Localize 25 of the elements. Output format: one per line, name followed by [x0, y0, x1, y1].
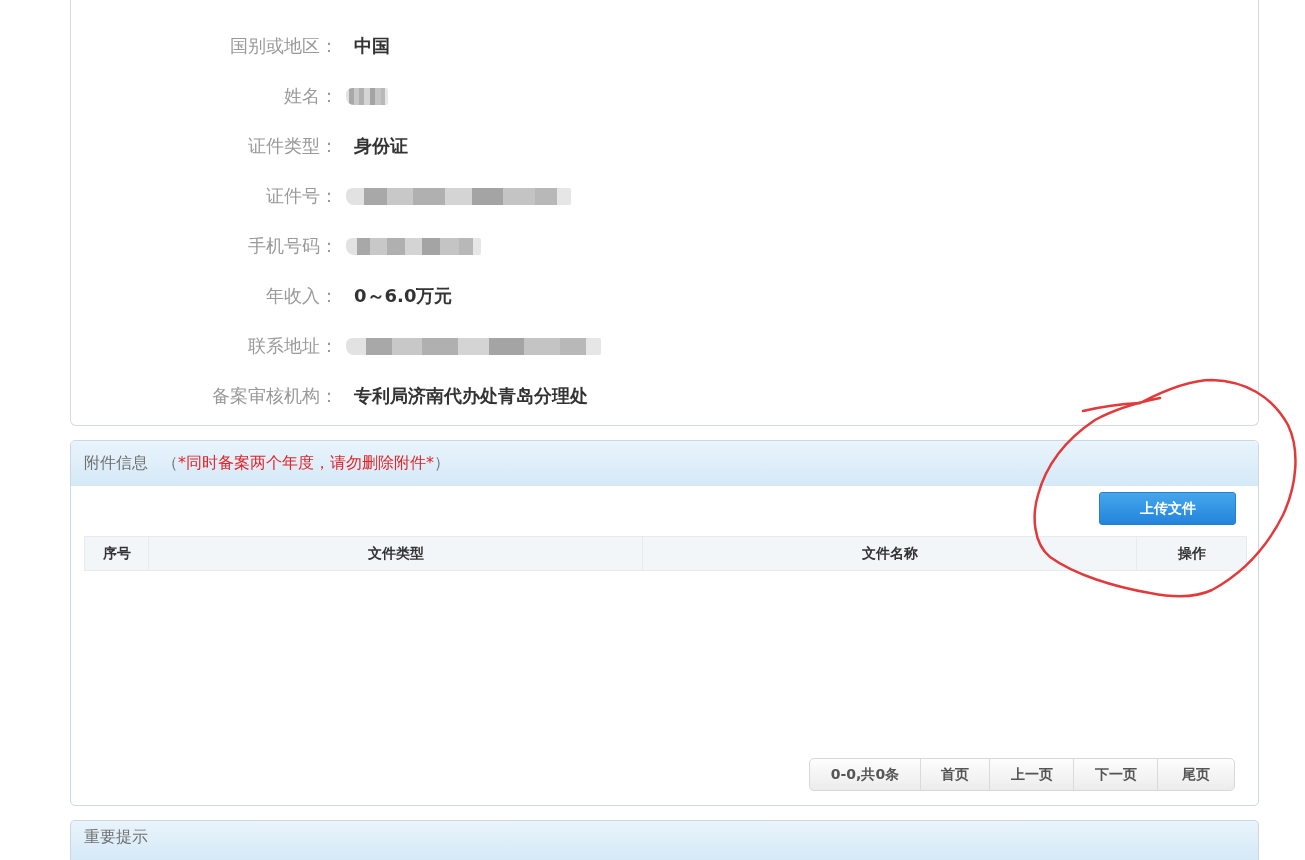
field-label: 国别或地区： [229, 34, 338, 58]
field-label: 证件类型： [247, 134, 338, 158]
column-header: 文件类型 [148, 536, 643, 571]
last-page-button[interactable]: 尾页 [1157, 759, 1234, 790]
first-page-button[interactable]: 首页 [920, 759, 989, 790]
field-label: 年收入： [265, 284, 338, 308]
field-value: 0～6.0万元 [354, 284, 453, 308]
next-page-button[interactable]: 下一页 [1073, 759, 1157, 790]
panel-title: 重要提示 [84, 827, 148, 846]
field-label: 备案审核机构： [211, 384, 338, 408]
previous-page-button[interactable]: 上一页 [989, 759, 1073, 790]
field-label: 联系地址： [247, 334, 338, 358]
record-count: 0-0,共0条 [829, 764, 901, 784]
warning-note: （*同时备案两个年度，请勿删除附件*） [162, 452, 450, 474]
column-header: 序号 [84, 536, 149, 571]
field-value: 专利局济南代办处青岛分理处 [354, 384, 588, 408]
field-value: 中国 [354, 34, 390, 58]
panel-title: 附件信息 [84, 452, 148, 474]
field-label: 姓名： [283, 84, 338, 108]
field-value: 身份证 [354, 134, 408, 158]
column-header: 文件名称 [642, 536, 1137, 571]
field-label: 证件号： [265, 184, 338, 208]
field-label: 手机号码： [247, 234, 338, 258]
blurred-value [346, 87, 388, 105]
column-header: 操作 [1136, 536, 1247, 571]
